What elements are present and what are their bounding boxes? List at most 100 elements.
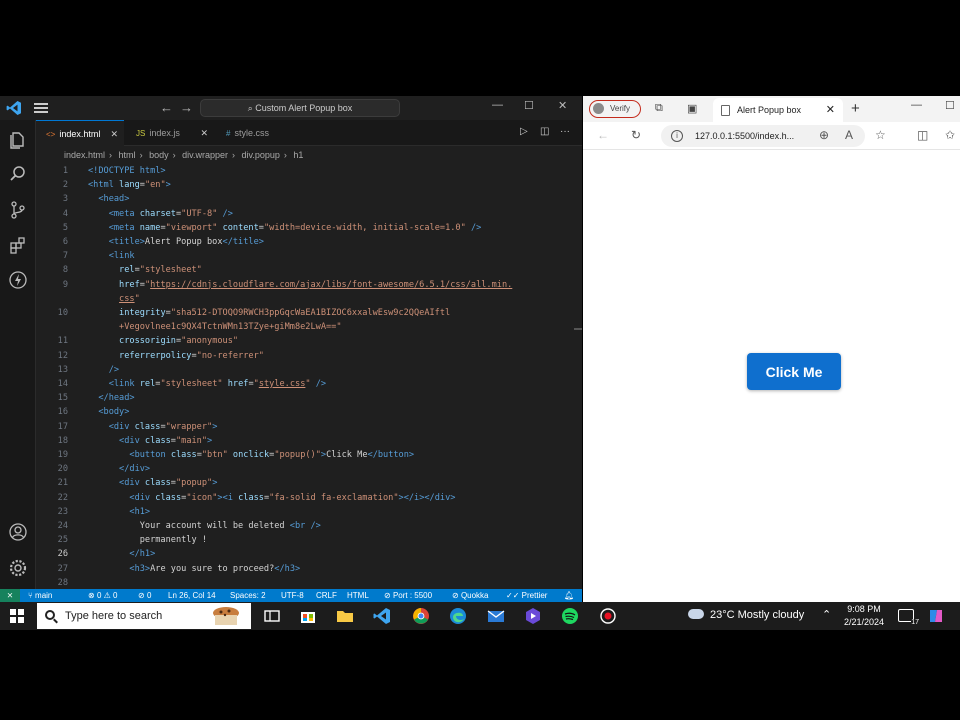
click-me-button[interactable]: Click Me (747, 353, 841, 390)
task-view-icon[interactable] (262, 606, 282, 626)
favorites-icon[interactable]: ✩ (945, 128, 955, 142)
encoding[interactable]: UTF-8 (281, 589, 304, 602)
split-screen-icon[interactable]: ◫ (917, 128, 928, 142)
code-line[interactable]: 2 <html lang="en"> (36, 178, 576, 192)
code-line[interactable]: 25 permanently ! (36, 533, 576, 547)
back-arrow-icon[interactable]: ← (597, 128, 609, 142)
notification-icon[interactable] (898, 609, 919, 626)
mail-icon[interactable] (486, 606, 506, 626)
maximize-icon[interactable]: ☐ (945, 99, 955, 112)
close-tab-icon[interactable]: ✕ (110, 121, 118, 147)
code-line[interactable]: 1 <!DOCTYPE html> (36, 164, 576, 178)
code-line[interactable]: 28 (36, 576, 576, 590)
menu-icon[interactable] (34, 101, 48, 115)
workspaces-icon[interactable]: ⧉ (655, 102, 663, 115)
code-line[interactable]: 17 <div class="wrapper"> (36, 420, 576, 434)
file-explorer-icon[interactable] (335, 606, 355, 626)
quokka-status[interactable]: ⊘ Quokka (452, 589, 489, 602)
breadcrumb-item[interactable]: html (119, 150, 136, 160)
code-line[interactable]: 6 <title>Alert Popup box</title> (36, 235, 576, 249)
media-player-icon[interactable] (523, 606, 543, 626)
code-line[interactable]: 14 <link rel="stylesheet" href="style.cs… (36, 377, 576, 391)
code-line[interactable]: 26 </h1> (36, 547, 576, 561)
code-line[interactable]: 3 <head> (36, 192, 576, 206)
close-icon[interactable]: ✕ (558, 99, 567, 112)
tab-index-js[interactable]: JS index.js ✕ (126, 120, 214, 146)
spotify-icon[interactable] (560, 606, 580, 626)
code-line[interactable]: 12 referrerpolicy="no-referrer" (36, 349, 576, 363)
favorite-star-icon[interactable]: ☆ (875, 128, 886, 142)
code-line[interactable]: 8 rel="stylesheet" (36, 263, 576, 277)
read-aloud-icon[interactable]: A (845, 128, 853, 142)
remote-indicator-icon[interactable]: ⨯ (0, 589, 20, 602)
code-line[interactable]: css" (36, 292, 576, 306)
code-line[interactable]: 11 crossorigin="anonymous" (36, 334, 576, 348)
tab-actions-icon[interactable]: ▣ (687, 102, 697, 115)
code-line[interactable]: +Vegovlnee1c9QX4TctnWMn13TZye+giMm8e2LwA… (36, 320, 576, 334)
breadcrumb-item[interactable]: h1 (293, 150, 303, 160)
code-line[interactable]: 7 <link (36, 249, 576, 263)
code-line[interactable]: 10 integrity="sha512-DTOQO9RWCH3ppGqcWaE… (36, 306, 576, 320)
vscode-taskbar-icon[interactable] (372, 606, 392, 626)
tab-index-html[interactable]: <> index.html ✕ (36, 120, 124, 146)
maximize-icon[interactable]: ☐ (524, 99, 534, 112)
recorder-icon[interactable] (598, 606, 618, 626)
close-tab-icon[interactable]: ✕ (200, 120, 208, 146)
store-icon[interactable] (298, 606, 318, 626)
browser-tab[interactable]: Alert Popup box ✕ (713, 98, 843, 122)
search-icon[interactable] (8, 164, 28, 184)
code-line[interactable]: 21 <div class="popup"> (36, 476, 576, 490)
chrome-icon[interactable] (411, 606, 431, 626)
address-bar[interactable]: i 127.0.0.1:5500/index.h... (661, 125, 865, 147)
bell-icon[interactable]: 🔔︎ (564, 589, 574, 602)
edge-icon[interactable] (448, 606, 468, 626)
info-icon[interactable]: i (671, 130, 683, 142)
code-line[interactable]: 5 <meta name="viewport" content="width=d… (36, 221, 576, 235)
editor-scrollbar[interactable] (574, 328, 582, 330)
code-line[interactable]: 16 <body> (36, 405, 576, 419)
prettier-status[interactable]: ✓✓ Prettier (506, 589, 547, 602)
taskbar-search-box[interactable]: Type here to search (37, 603, 251, 629)
branch-indicator[interactable]: ⑂ main (28, 589, 52, 602)
tab-style-css[interactable]: # style.css (216, 120, 304, 146)
line-ending[interactable]: CRLF (316, 589, 337, 602)
language-mode[interactable]: HTML (347, 589, 369, 602)
close-tab-icon[interactable]: ✕ (826, 98, 835, 122)
vscode-logo-icon[interactable] (6, 100, 22, 116)
code-line[interactable]: 15 </head> (36, 391, 576, 405)
zoom-icon[interactable]: ⊕ (819, 128, 829, 142)
code-line[interactable]: 19 <button class="btn" onclick="popup()"… (36, 448, 576, 462)
code-line[interactable]: 18 <div class="main"> (36, 434, 576, 448)
split-editor-icon[interactable]: ◫ (540, 126, 549, 137)
refresh-icon[interactable]: ↻ (631, 128, 641, 142)
command-center-search[interactable]: ⌕ Custom Alert Popup box (200, 99, 400, 117)
source-control-icon[interactable] (8, 200, 28, 220)
code-line[interactable]: 4 <meta charset="UTF-8" /> (36, 207, 576, 221)
back-arrow-icon[interactable]: ← (160, 100, 173, 115)
cursor-position[interactable]: Ln 26, Col 14 (168, 589, 216, 602)
weather-widget[interactable]: 23°C Mostly cloudy (688, 609, 804, 621)
indentation[interactable]: Spaces: 2 (230, 589, 266, 602)
minimize-icon[interactable]: — (492, 99, 503, 111)
new-tab-icon[interactable]: + (851, 100, 860, 117)
code-line[interactable]: 20 </div> (36, 462, 576, 476)
live-server-port[interactable]: ⊘ Port : 5500 (384, 589, 432, 602)
run-icon[interactable]: ▷ (520, 126, 528, 137)
windows-start-icon[interactable] (10, 609, 24, 623)
code-line[interactable]: 9 href="https://cdnjs.cloudflare.com/aja… (36, 278, 576, 292)
breadcrumb-item[interactable]: div.popup (242, 150, 280, 160)
forward-arrow-icon[interactable]: → (180, 100, 193, 115)
code-line[interactable]: 13 /> (36, 363, 576, 377)
breadcrumb-item[interactable]: body (149, 150, 169, 160)
code-line[interactable]: 23 <h1> (36, 505, 576, 519)
remote-lightning-icon[interactable] (8, 270, 28, 290)
breadcrumb-item[interactable]: index.html (64, 150, 105, 160)
code-editor[interactable]: 1 <!DOCTYPE html> 2 <html lang="en"> 3 <head… (36, 164, 576, 588)
gear-icon[interactable] (8, 558, 28, 578)
code-line[interactable]: 24 Your account will be deleted <br /> (36, 519, 576, 533)
extensions-icon[interactable] (8, 236, 28, 256)
verify-profile-button[interactable]: Verify (589, 100, 641, 118)
explorer-icon[interactable] (8, 130, 28, 150)
code-line[interactable]: 22 <div class="icon"><i class="fa-solid … (36, 491, 576, 505)
taskbar-clock[interactable]: 9:08 PM 2/21/2024 (838, 603, 890, 629)
